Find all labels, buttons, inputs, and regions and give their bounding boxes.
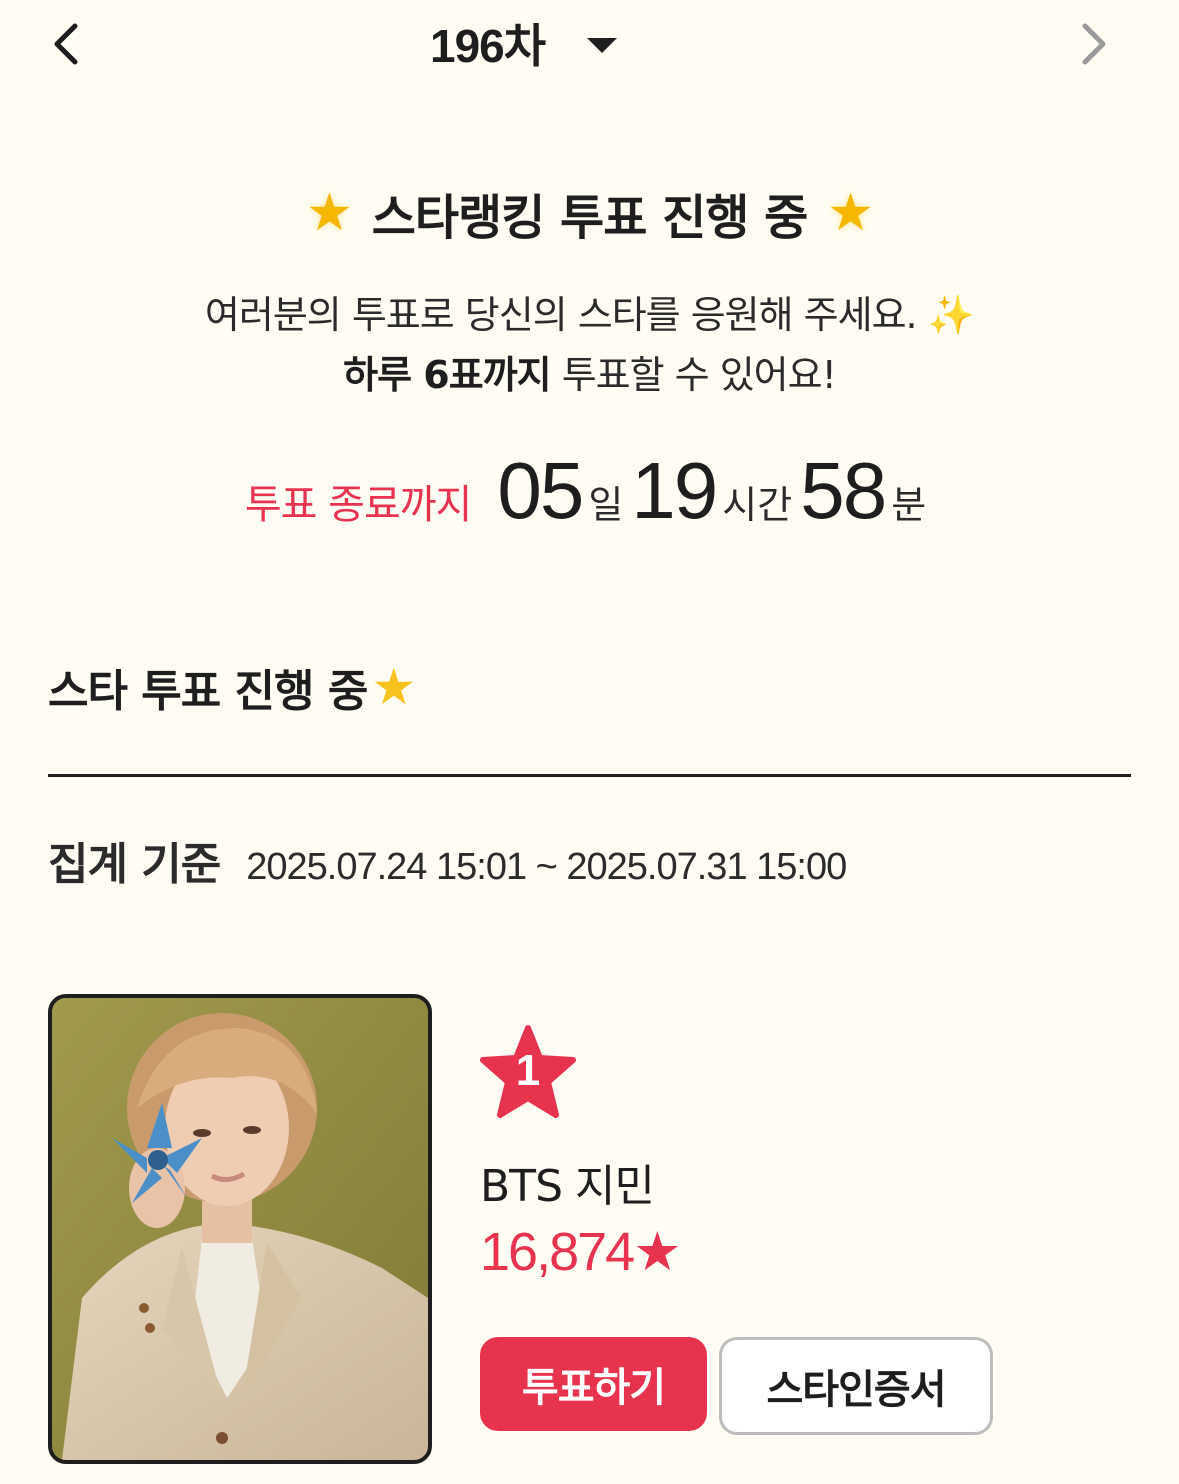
glowing-star-icon: ★ [827,183,874,243]
vote-limit-description: 하루 6표까지 투표할 수 있어요! [0,344,1179,399]
tally-period-label: 집계 기준 [48,839,221,890]
countdown-days: 05 [497,446,584,535]
tally-period-value: 2025.07.24 15:01 ~ 2025.07.31 15:00 [246,846,847,888]
artist-name[interactable]: BTS 지민 [480,1150,655,1214]
headline-text: 스타랭킹 투표 진행 중 [371,190,809,246]
countdown-timer: 투표 종료까지 05 일 19 시간 58 분 [0,446,1179,536]
section-title-text: 스타 투표 진행 중 [48,666,368,717]
rank-number: 1 [515,1046,541,1095]
vote-button[interactable]: 투표하기 [480,1337,707,1431]
countdown-hours-unit: 시간 [722,483,793,527]
countdown-minutes: 58 [800,446,887,535]
glowing-star-icon: ★ [306,183,353,243]
section-divider [48,774,1131,777]
artist-photo-illustration [52,998,428,1460]
round-title: 196차 [430,20,546,72]
round-selector[interactable]: 196차 [430,8,618,78]
tally-period: 집계 기준 2025.07.24 15:01 ~ 2025.07.31 15:0… [48,828,847,892]
vote-description: 여러분의 투표로 당신의 스타를 응원해 주세요. ✨ [0,284,1179,339]
vote-limit-rest: 투표할 수 있어요! [550,353,837,397]
countdown-minutes-unit: 분 [891,483,927,527]
back-button[interactable] [40,18,92,70]
description-line1: 여러분의 투표로 당신의 스타를 응원해 주세요. [204,293,918,337]
star-certificate-button[interactable]: 스타인증서 [719,1337,993,1435]
vote-limit-bold: 하루 6표까지 [343,353,551,397]
countdown-days-unit: 일 [588,483,624,527]
countdown-hours: 19 [631,446,718,535]
section-title: 스타 투표 진행 중 ★ [48,655,416,719]
chevron-right-icon [1082,23,1106,65]
sparkles-icon: ✨ [927,293,975,337]
artist-photo[interactable] [48,994,432,1464]
top-nav-bar: 196차 [0,0,1179,90]
vote-headline: ★ 스타랭킹 투표 진행 중 ★ [0,178,1179,248]
chevron-left-icon [54,23,78,65]
vote-count: 16,874★ [480,1222,682,1282]
next-button[interactable] [1068,18,1120,70]
caret-down-icon [587,37,618,53]
star-icon: ★ [371,658,416,716]
countdown-label: 투표 종료까지 [244,482,473,528]
